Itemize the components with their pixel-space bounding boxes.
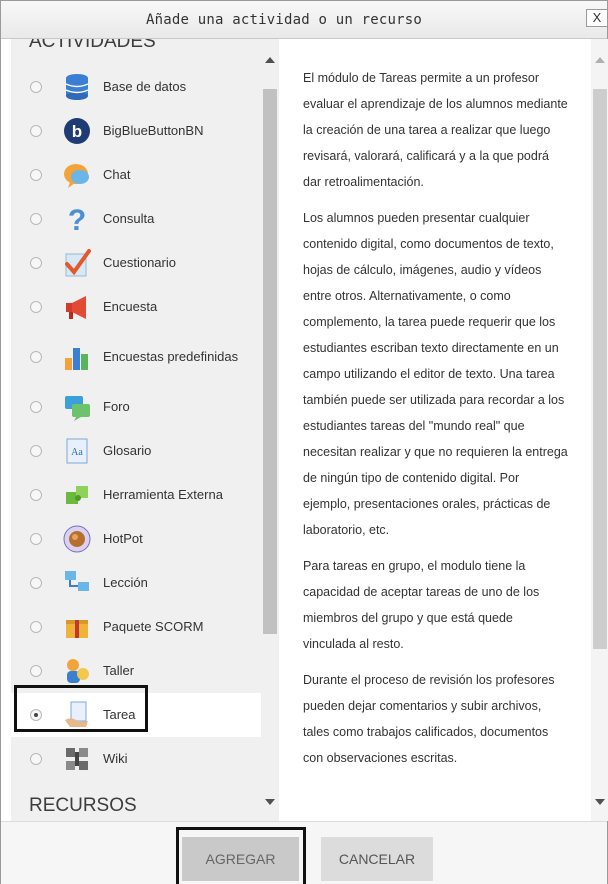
dialog-titlebar: Añade una actividad o un recurso X	[1, 1, 608, 39]
option-chat[interactable]: Chat	[11, 153, 261, 197]
add-activity-dialog: Añade una actividad o un recurso X ACTIV…	[0, 0, 608, 884]
option-label: Foro	[103, 399, 130, 414]
option-radio[interactable]	[30, 665, 42, 677]
option-paquete-scorm[interactable]: Paquete SCORM	[11, 605, 261, 649]
option-label: Wiki	[103, 751, 128, 766]
puzzle-icon	[62, 480, 92, 510]
hotpot-icon	[62, 524, 92, 554]
option-label: Base de datos	[103, 79, 187, 94]
option-label: Consulta	[103, 211, 155, 226]
cancel-button[interactable]: CANCELAR	[321, 837, 433, 881]
forum-icon	[62, 392, 92, 422]
option-label: Encuestas predefinidas	[103, 349, 239, 364]
package-icon	[62, 612, 92, 642]
option-radio[interactable]	[30, 753, 42, 765]
option-radio[interactable]	[30, 351, 42, 363]
option-radio[interactable]	[30, 577, 42, 589]
option-label: HotPot	[103, 531, 143, 546]
svg-text:?: ?	[68, 204, 86, 234]
option-radio[interactable]	[30, 125, 42, 137]
option-radio[interactable]	[30, 169, 42, 181]
svg-text:b: b	[72, 122, 82, 141]
scroll-up-arrow-icon[interactable]	[265, 57, 275, 63]
option-radio[interactable]	[30, 81, 42, 93]
option-radio[interactable]	[30, 401, 42, 413]
options-scrollbar[interactable]	[261, 39, 279, 821]
option-consulta[interactable]: ? Consulta	[11, 197, 261, 241]
workshop-icon	[62, 656, 92, 686]
option-radio[interactable]	[30, 257, 42, 269]
database-icon	[62, 72, 92, 102]
scroll-down-arrow-icon[interactable]	[265, 799, 275, 805]
options-scroll-thumb[interactable]	[263, 89, 277, 634]
description-paragraph: Los alumnos pueden presentar cualquier c…	[303, 211, 568, 537]
option-radio[interactable]	[30, 533, 42, 545]
description-scrollbar[interactable]	[591, 39, 608, 821]
option-radio[interactable]	[30, 621, 42, 633]
question-mark-icon: ?	[62, 204, 92, 237]
option-radio[interactable]	[30, 489, 42, 501]
close-button[interactable]: X	[586, 9, 608, 27]
option-label: BigBlueButtonBN	[103, 123, 204, 138]
option-label: Herramienta Externa	[103, 487, 223, 502]
selected-option-highlight	[14, 685, 148, 732]
option-label: Paquete SCORM	[103, 619, 204, 634]
option-bigbluebuttonbn[interactable]: b BigBlueButtonBN	[11, 109, 261, 153]
chat-icon	[62, 160, 92, 190]
option-label: Encuesta	[103, 299, 158, 314]
option-herramienta-externa[interactable]: Herramienta Externa	[11, 473, 261, 517]
option-label: Lección	[103, 575, 148, 590]
option-cuestionario[interactable]: Cuestionario	[11, 241, 261, 285]
option-encuestas-predefinidas[interactable]: Encuestas predefinidas	[11, 329, 261, 385]
checkmark-icon	[62, 248, 92, 278]
option-hotpot[interactable]: HotPot	[11, 517, 261, 561]
option-radio[interactable]	[30, 213, 42, 225]
option-wiki[interactable]: Wiki	[11, 737, 261, 781]
option-label: Chat	[103, 167, 131, 182]
lesson-icon	[62, 568, 92, 598]
option-leccion[interactable]: Lección	[11, 561, 261, 605]
bar-chart-icon	[62, 342, 92, 372]
scroll-up-arrow-icon[interactable]	[595, 57, 605, 63]
option-foro[interactable]: Foro	[11, 385, 261, 429]
option-base-de-datos[interactable]: Base de datos	[11, 65, 261, 109]
option-label: Taller	[103, 663, 135, 678]
option-radio[interactable]	[30, 301, 42, 313]
resources-heading: RECURSOS	[29, 795, 137, 816]
scroll-down-arrow-icon[interactable]	[595, 799, 605, 805]
glossary-icon: Aa	[62, 436, 92, 466]
description-scroll-thumb[interactable]	[593, 89, 607, 649]
add-button-highlight	[176, 827, 306, 884]
dialog-title: Añade una actividad o un recurso	[145, 12, 423, 28]
bigbluebutton-icon: b	[62, 116, 92, 146]
option-label: Glosario	[103, 443, 152, 458]
module-description: El módulo de Tareas permite a un profeso…	[279, 39, 591, 821]
svg-text:Aa: Aa	[71, 447, 83, 458]
description-paragraph: Para tareas en grupo, el modulo tiene la…	[303, 559, 540, 651]
option-glosario[interactable]: Aa Glosario	[11, 429, 261, 473]
option-label: Cuestionario	[103, 255, 176, 270]
description-paragraph: El módulo de Tareas permite a un profeso…	[303, 71, 568, 189]
option-encuesta[interactable]: Encuesta	[11, 285, 261, 329]
activities-heading: ACTIVIDADES	[29, 39, 156, 52]
wiki-icon	[62, 744, 92, 774]
megaphone-icon	[62, 292, 92, 322]
description-paragraph: Durante el proceso de revisión los profe…	[303, 673, 555, 765]
option-radio[interactable]	[30, 445, 42, 457]
